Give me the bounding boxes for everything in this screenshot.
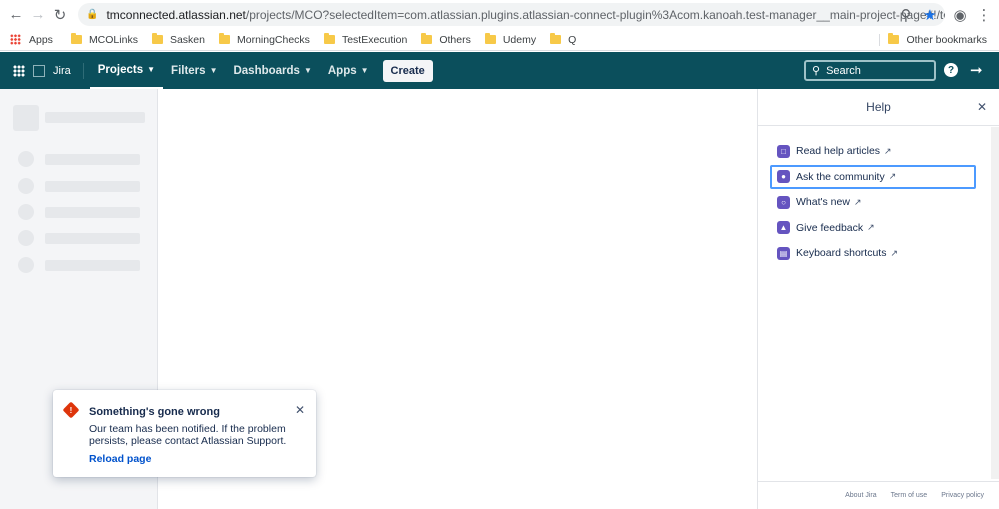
chat-icon: ● xyxy=(777,170,790,184)
folder-icon xyxy=(323,33,335,44)
bookmarks-bar: Apps MCOLinks Sasken MorningChecks TestE… xyxy=(0,29,999,51)
zoom-icon[interactable]: ⚲ xyxy=(895,4,917,26)
nav-filters[interactable]: Filters ▼ xyxy=(163,52,225,89)
skeleton-line xyxy=(45,112,145,123)
skeleton-dot xyxy=(18,230,34,246)
apps-grid-icon[interactable] xyxy=(10,34,21,45)
search-input[interactable]: ⚲ Search xyxy=(804,60,936,81)
sign-in-icon[interactable]: ➞ xyxy=(970,61,983,79)
folder-icon xyxy=(421,33,433,44)
skeleton-line xyxy=(45,233,140,244)
help-list: □ Read help articles ↗ ● Ask the communi… xyxy=(770,139,976,267)
chevron-down-icon: ▼ xyxy=(147,65,156,74)
profile-icon[interactable]: ◉ xyxy=(949,4,971,26)
bookmark-mcolinks[interactable]: MCOLinks xyxy=(70,33,138,46)
bookmark-udemy[interactable]: Udemy xyxy=(484,33,536,46)
footer-about-link[interactable]: About Jira xyxy=(845,492,877,499)
megaphone-icon: ▲ xyxy=(777,221,790,235)
keyboard-icon: ▤ xyxy=(777,246,790,260)
help-icon[interactable]: ? xyxy=(944,63,958,77)
forward-arrow-icon[interactable]: → xyxy=(27,4,49,26)
help-item-keyboard-shortcuts[interactable]: ▤ Keyboard shortcuts ↗ xyxy=(770,241,976,265)
skeleton-line xyxy=(45,207,140,218)
help-panel: Help ✕ □ Read help articles ↗ ● Ask the … xyxy=(757,89,999,509)
app-switcher-icon[interactable] xyxy=(13,64,25,77)
folder-icon xyxy=(484,33,496,44)
bookmark-sasken[interactable]: Sasken xyxy=(151,33,205,46)
folder-icon xyxy=(888,33,900,44)
browser-toolbar: ← → ↻ 🔒 tmconnected.atlassian.net/projec… xyxy=(0,0,999,29)
skeleton-dot xyxy=(18,178,34,194)
menu-kebab-icon[interactable]: ⋮ xyxy=(973,4,995,26)
error-flag-title: Something's gone wrong xyxy=(89,406,220,418)
error-icon: ! xyxy=(62,401,80,419)
help-item-ask-community[interactable]: ● Ask the community ↗ xyxy=(770,164,976,189)
help-footer: About Jira Term of use Privacy policy xyxy=(758,481,999,509)
nav-divider xyxy=(82,62,84,79)
document-icon: □ xyxy=(777,144,790,158)
external-link-icon: ↗ xyxy=(853,196,862,207)
search-placeholder: Search xyxy=(826,64,861,77)
nav-projects[interactable]: Projects ▼ xyxy=(89,52,164,89)
bookmark-testexecution[interactable]: TestExecution xyxy=(323,33,407,46)
skeleton-avatar xyxy=(13,105,39,131)
reload-icon[interactable]: ↻ xyxy=(49,4,71,26)
bookmark-q[interactable]: Q xyxy=(550,33,576,46)
help-item-read-articles[interactable]: □ Read help articles ↗ xyxy=(770,139,976,163)
url-host: tmconnected.atlassian.net xyxy=(106,7,246,22)
skeleton-line xyxy=(45,260,140,271)
error-flag: ! Something's gone wrong ✕ Our team has … xyxy=(53,390,316,477)
bookmark-apps[interactable]: Apps xyxy=(29,34,53,46)
nav-apps[interactable]: Apps ▼ xyxy=(320,52,377,89)
external-link-icon: ↗ xyxy=(884,145,892,156)
jira-product-name[interactable]: Jira xyxy=(53,65,71,77)
chevron-down-icon: ▼ xyxy=(209,66,218,75)
help-item-give-feedback[interactable]: ▲ Give feedback ↗ xyxy=(770,216,976,240)
jira-logo-icon[interactable] xyxy=(33,64,45,77)
help-header: Help ✕ xyxy=(758,89,999,126)
star-icon[interactable]: ★ xyxy=(919,4,941,26)
reload-page-link[interactable]: Reload page xyxy=(89,453,151,465)
external-link-icon: ↗ xyxy=(888,171,897,182)
nav-dashboards[interactable]: Dashboards ▼ xyxy=(225,52,319,89)
skeleton-line xyxy=(45,154,140,165)
bookmark-other-bookmarks[interactable]: Other bookmarks xyxy=(879,33,987,46)
error-flag-body: Our team has been notified. If the probl… xyxy=(89,423,287,447)
close-icon[interactable]: ✕ xyxy=(977,100,987,114)
lightbulb-icon: ○ xyxy=(777,195,790,209)
help-title: Help xyxy=(866,100,891,114)
external-link-icon: ↗ xyxy=(867,222,875,233)
skeleton-dot xyxy=(18,204,34,220)
chevron-down-icon: ▼ xyxy=(303,66,312,75)
chevron-down-icon: ▼ xyxy=(360,66,369,75)
folder-icon xyxy=(151,33,163,44)
back-arrow-icon[interactable]: ← xyxy=(5,4,27,26)
url-path: /projects/MCO?selectedItem=com.atlassian… xyxy=(245,7,945,22)
skeleton-line xyxy=(45,181,140,192)
help-scrollbar[interactable] xyxy=(991,127,999,479)
folder-icon xyxy=(218,33,230,44)
close-icon[interactable]: ✕ xyxy=(295,403,305,417)
external-link-icon: ↗ xyxy=(890,247,899,258)
help-item-whats-new[interactable]: ○ What's new ↗ xyxy=(770,190,976,214)
folder-icon xyxy=(70,33,82,44)
lock-icon: 🔒 xyxy=(86,9,99,20)
bookmark-others[interactable]: Others xyxy=(421,33,471,46)
jira-top-nav: Jira Projects ▼ Filters ▼ Dashboards ▼ Apps… xyxy=(0,52,999,89)
address-bar[interactable]: 🔒 tmconnected.atlassian.net/projects/MCO… xyxy=(78,3,945,26)
footer-privacy-link[interactable]: Privacy policy xyxy=(941,492,984,499)
skeleton-dot xyxy=(18,257,34,273)
folder-icon xyxy=(550,33,562,44)
bookmark-morningchecks[interactable]: MorningChecks xyxy=(218,33,310,46)
create-button[interactable]: Create xyxy=(382,59,433,82)
search-icon: ⚲ xyxy=(812,65,821,77)
skeleton-dot xyxy=(18,151,34,167)
footer-terms-link[interactable]: Term of use xyxy=(891,492,928,499)
